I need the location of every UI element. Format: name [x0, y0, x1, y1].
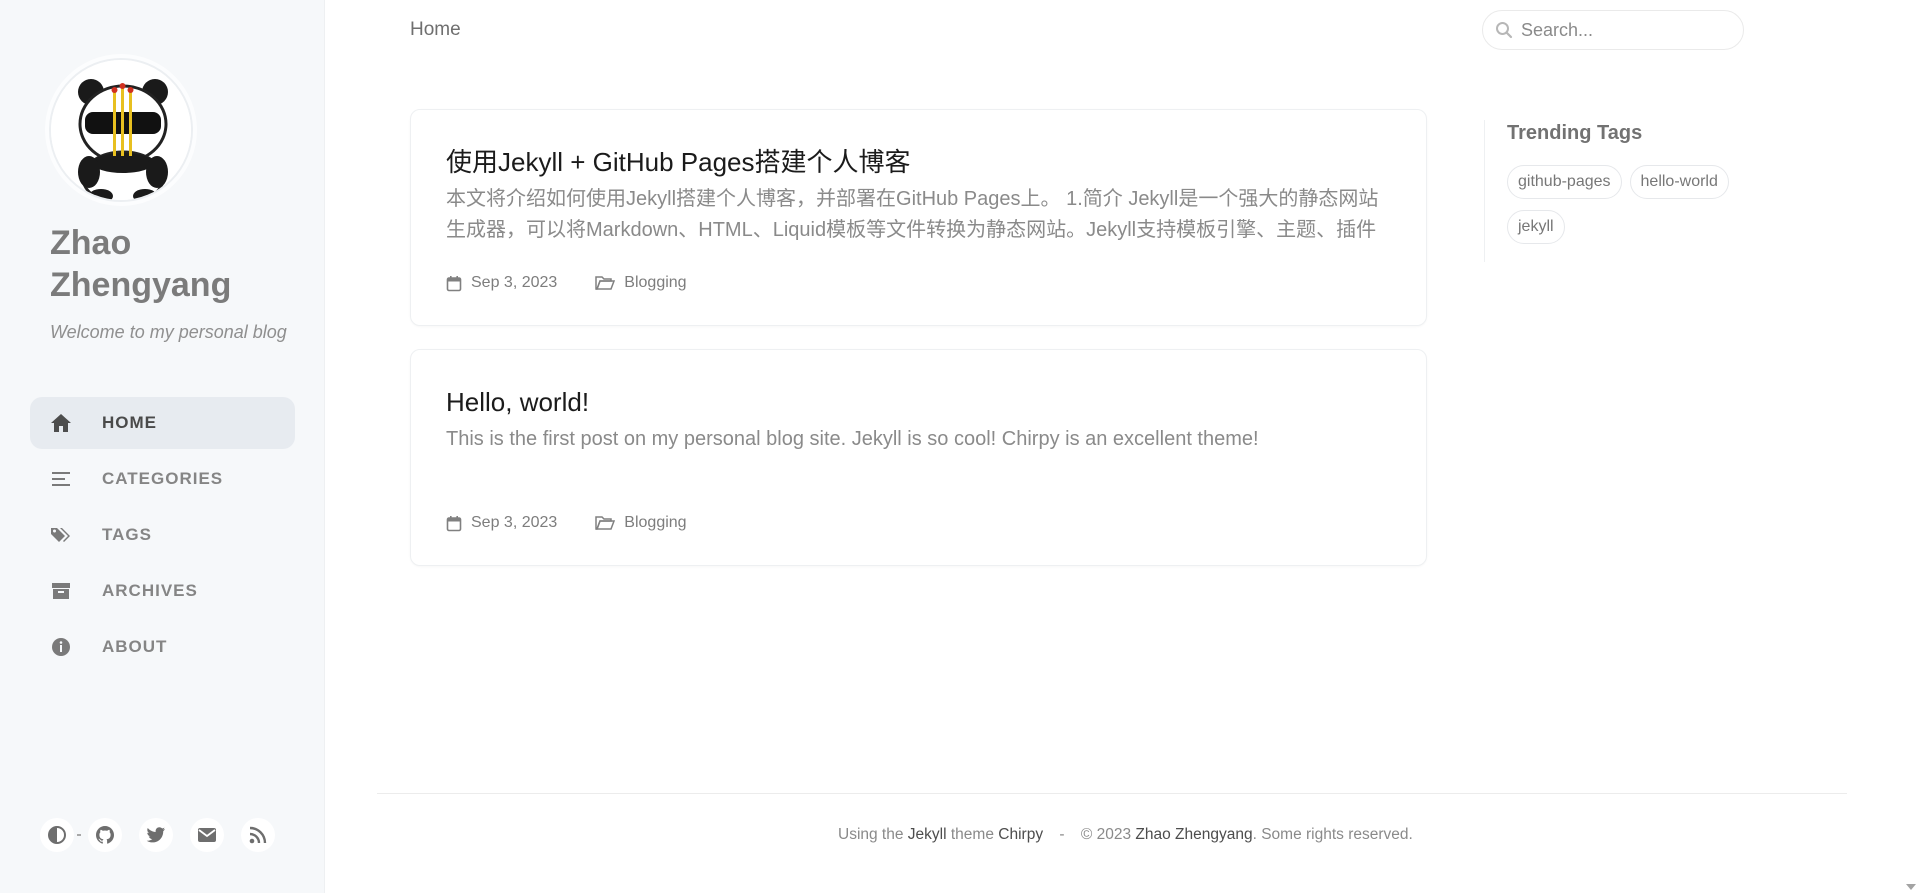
theme-toggle-icon: [48, 826, 66, 844]
sidebar-item-categories[interactable]: CATEGORIES: [30, 453, 295, 505]
site-title[interactable]: Zhao Zhengyang: [50, 222, 310, 306]
scroll-down-icon[interactable]: [1906, 884, 1916, 890]
tag-list: github-pages hello-world jekyll: [1507, 165, 1747, 255]
twitter-icon: [146, 827, 165, 843]
footer-text: theme: [950, 826, 994, 843]
footer-rights: . Some rights reserved.: [1252, 826, 1413, 843]
folder-open-icon: [595, 515, 616, 531]
footer-divider: [377, 793, 1847, 794]
rss-link[interactable]: [241, 818, 275, 852]
rss-icon: [249, 826, 267, 844]
sidebar-item-label: ABOUT: [102, 637, 168, 656]
info-icon: [50, 636, 72, 658]
post-card[interactable]: Hello, world! This is the first post on …: [410, 349, 1427, 566]
calendar-icon: [446, 515, 462, 532]
footer-copyright: © 2023: [1080, 826, 1132, 843]
search-icon: [1495, 21, 1513, 39]
sidebar-bottom-links: [40, 818, 292, 852]
breadcrumb: Home: [410, 19, 461, 40]
sidebar-item-archives[interactable]: ARCHIVES: [30, 565, 295, 617]
trending-tags-title: Trending Tags: [1507, 122, 1643, 144]
sidebar-item-about[interactable]: ABOUT: [30, 621, 295, 673]
sidebar: Zhao Zhengyang Welcome to my personal bl…: [0, 0, 325, 893]
post-meta: Sep 3, 2023 Blogging: [446, 274, 1391, 292]
archive-icon: [50, 580, 72, 602]
post-card[interactable]: 使用Jekyll + GitHub Pages搭建个人博客 本文将介绍如何使用J…: [410, 109, 1427, 326]
scrollbar[interactable]: [1903, 0, 1920, 893]
panda-avatar-icon: [51, 60, 191, 200]
tags-icon: [50, 524, 72, 546]
tag-jekyll[interactable]: jekyll: [1507, 210, 1565, 244]
separator-dot: [77, 834, 81, 836]
author-link[interactable]: Zhao Zhengyang: [1135, 826, 1252, 843]
home-icon: [50, 412, 72, 434]
jekyll-link[interactable]: Jekyll: [908, 826, 947, 843]
tag-hello-world[interactable]: hello-world: [1629, 165, 1729, 199]
post-title[interactable]: Hello, world!: [446, 386, 1391, 418]
trending-tags-panel: Trending Tags github-pages hello-world j…: [1484, 120, 1744, 262]
email-link[interactable]: [190, 818, 224, 852]
footer-separator: -: [1059, 826, 1065, 843]
github-link[interactable]: [88, 818, 122, 852]
tag-github-pages[interactable]: github-pages: [1507, 165, 1622, 199]
chirpy-link[interactable]: Chirpy: [998, 826, 1043, 843]
calendar-icon: [446, 275, 462, 292]
github-icon: [96, 826, 114, 844]
stream-icon: [50, 468, 72, 490]
site-subtitle: Welcome to my personal blog: [50, 322, 287, 342]
search-input[interactable]: [1521, 19, 1721, 41]
sidebar-nav: HOME CATEGORIES TAGS ARCHIVES ABOUT: [30, 397, 295, 677]
post-date: Sep 3, 2023: [471, 274, 558, 291]
post-title[interactable]: 使用Jekyll + GitHub Pages搭建个人博客: [446, 146, 1391, 178]
sidebar-item-label: TAGS: [102, 525, 152, 544]
post-category[interactable]: Blogging: [624, 274, 686, 292]
theme-toggle-button[interactable]: [40, 818, 74, 852]
post-excerpt: 本文将介绍如何使用Jekyll搭建个人博客，并部署在GitHub Pages上。…: [446, 188, 1379, 241]
sidebar-item-label: CATEGORIES: [102, 469, 224, 488]
post-excerpt: This is the first post on my personal bl…: [446, 428, 1259, 450]
post-meta: Sep 3, 2023 Blogging: [446, 514, 1391, 532]
email-icon: [198, 828, 216, 842]
sidebar-item-label: HOME: [102, 413, 157, 432]
sidebar-item-home[interactable]: HOME: [30, 397, 295, 449]
sidebar-item-label: ARCHIVES: [102, 581, 198, 600]
avatar[interactable]: [49, 58, 193, 202]
folder-open-icon: [595, 275, 616, 291]
post-category[interactable]: Blogging: [624, 514, 686, 532]
twitter-link[interactable]: [139, 818, 173, 852]
post-date: Sep 3, 2023: [471, 514, 558, 531]
sidebar-item-tags[interactable]: TAGS: [30, 509, 295, 561]
footer-text: Using the: [838, 826, 904, 843]
search-box[interactable]: [1482, 10, 1744, 50]
